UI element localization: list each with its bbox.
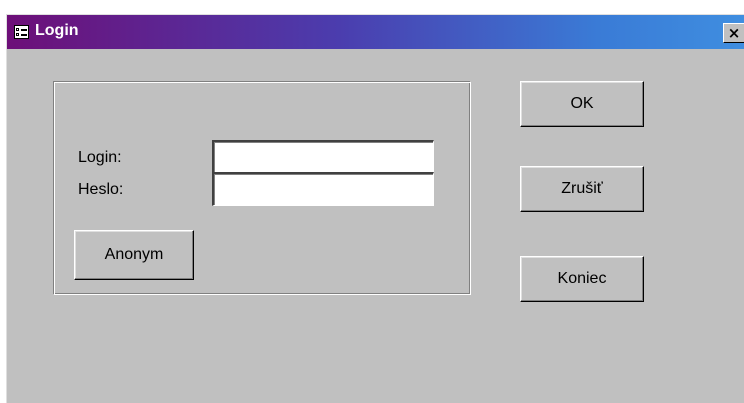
password-input[interactable] [212, 172, 434, 206]
cancel-button[interactable]: Zrušiť [520, 166, 644, 212]
exit-button[interactable]: Koniec [520, 256, 644, 302]
ok-button[interactable]: OK [520, 81, 644, 127]
close-button[interactable]: × [723, 23, 744, 43]
anonym-button[interactable]: Anonym [74, 230, 194, 280]
credentials-group: Login: Heslo: Anonym [53, 81, 471, 295]
login-label: Login: [78, 149, 122, 166]
password-label: Heslo: [78, 181, 124, 198]
form-icon [14, 25, 29, 39]
login-input[interactable] [212, 140, 434, 174]
login-dialog: Login × Login: Heslo: Anonym OK Zrušiť K… [6, 14, 744, 403]
title-bar[interactable]: Login × [7, 15, 744, 49]
window-title: Login [35, 22, 79, 39]
